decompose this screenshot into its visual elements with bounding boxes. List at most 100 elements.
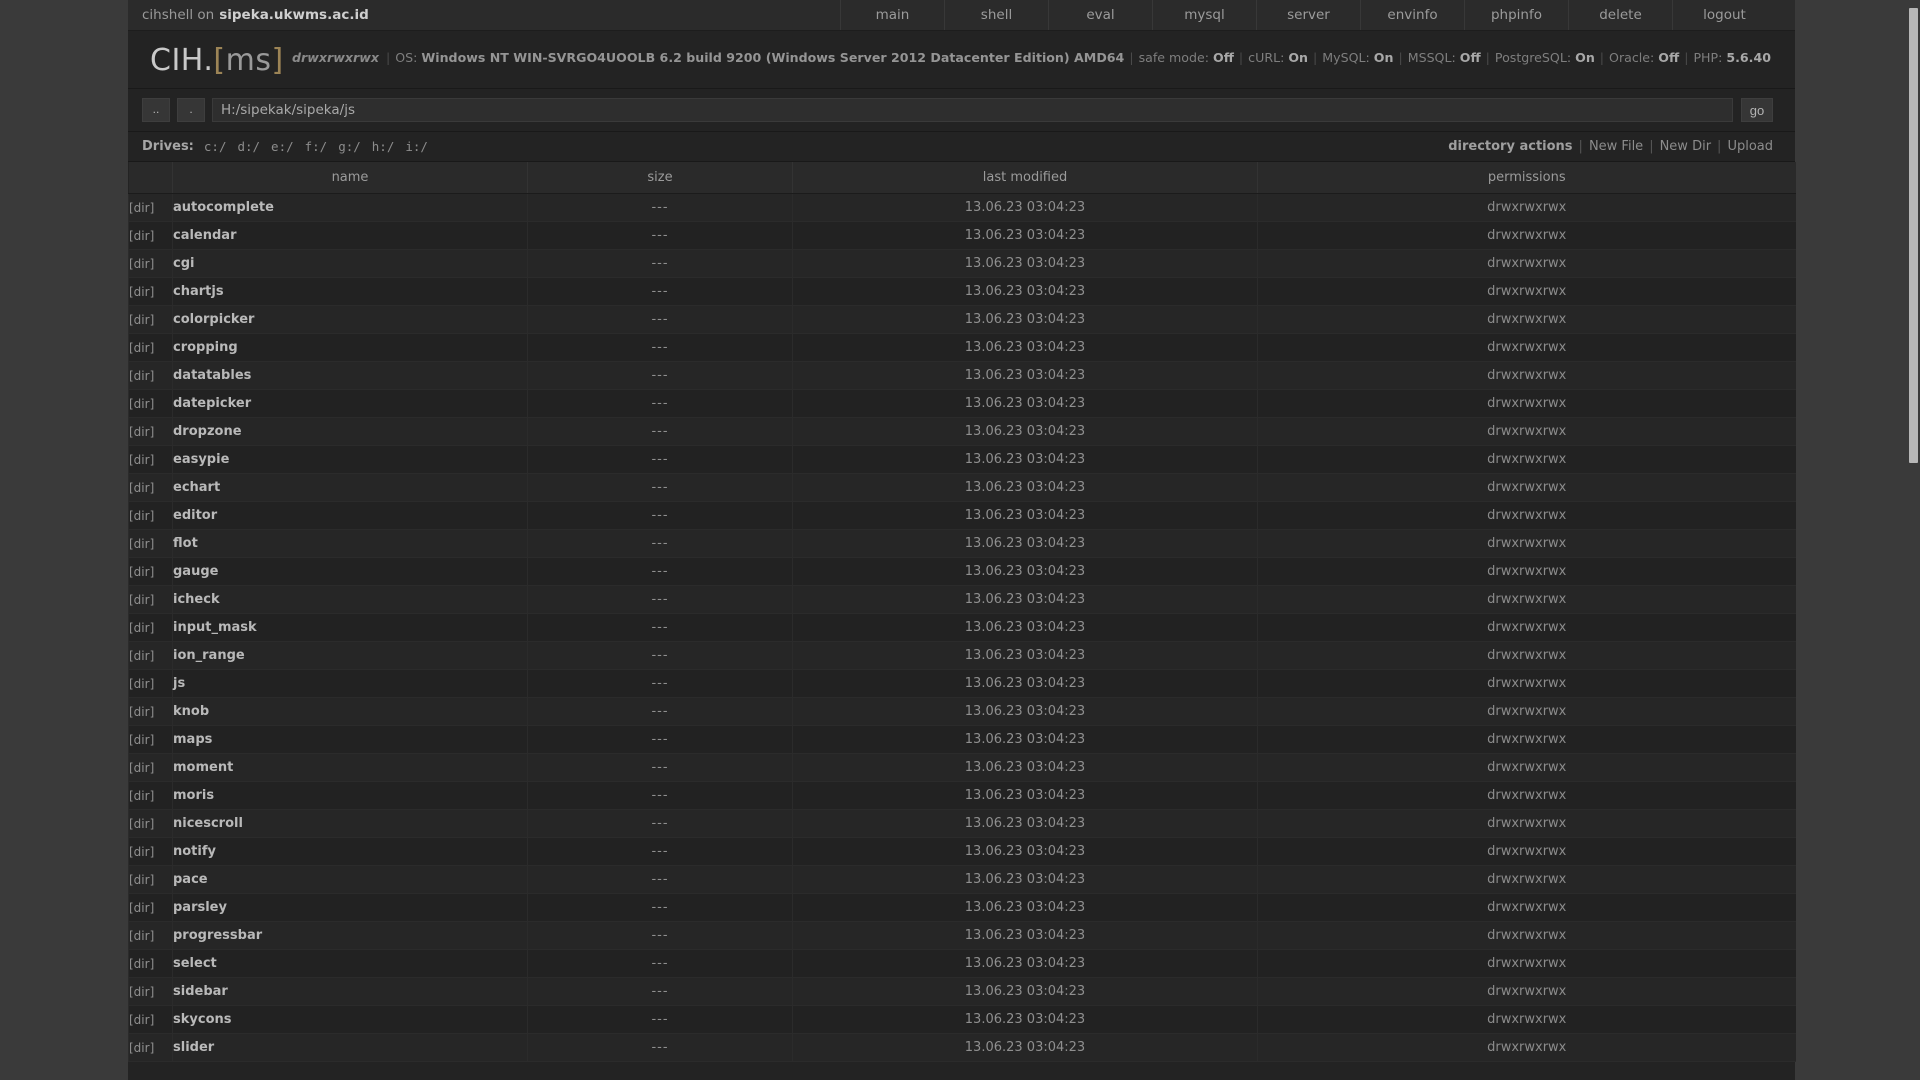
permissions-link[interactable]: drwxrwxrwx — [1487, 312, 1566, 327]
permissions-link[interactable]: drwxrwxrwx — [1487, 228, 1566, 243]
directory-link[interactable]: gauge — [173, 564, 218, 579]
nav-link-envinfo[interactable]: envinfo — [1360, 0, 1464, 30]
nav-link-eval[interactable]: eval — [1048, 0, 1152, 30]
permissions-link[interactable]: drwxrwxrwx — [1487, 900, 1566, 915]
table-row[interactable]: [dir] icheck --- 13.06.23 03:04:23 drwxrwxrw… — [128, 585, 1796, 614]
table-row[interactable]: [dir] cgi --- 13.06.23 03:04:23 drwxrwxrwx — [128, 249, 1796, 278]
table-row[interactable]: [dir] notify --- 13.06.23 03:04:23 drwxrwxrw… — [128, 837, 1796, 866]
table-row[interactable]: [dir] cropping --- 13.06.23 03:04:23 drwxrwx… — [128, 333, 1796, 362]
permissions-link[interactable]: drwxrwxrwx — [1487, 956, 1566, 971]
table-row[interactable]: [dir] colorpicker --- 13.06.23 03:04:23 drwx… — [128, 305, 1796, 334]
directory-link[interactable]: input_mask — [173, 620, 257, 635]
table-row[interactable]: [dir] calendar --- 13.06.23 03:04:23 drwxrwx… — [128, 221, 1796, 250]
permissions-link[interactable]: drwxrwxrwx — [1487, 648, 1566, 663]
permissions-link[interactable]: drwxrwxrwx — [1487, 760, 1566, 775]
drive-link-c[interactable]: c:/ — [204, 139, 227, 154]
table-row[interactable]: [dir] maps --- 13.06.23 03:04:23 drwxrwxrwx — [128, 725, 1796, 754]
vertical-scrollbar-track[interactable] — [1905, 0, 1920, 1080]
table-row[interactable]: [dir] chartjs --- 13.06.23 03:04:23 drwxrwxr… — [128, 277, 1796, 306]
permissions-link[interactable]: drwxrwxrwx — [1487, 564, 1566, 579]
permissions-link[interactable]: drwxrwxrwx — [1487, 480, 1566, 495]
vertical-scrollbar-thumb[interactable] — [1909, 8, 1918, 463]
nav-link-shell[interactable]: shell — [944, 0, 1048, 30]
directory-link[interactable]: pace — [173, 872, 208, 887]
directory-link[interactable]: dropzone — [173, 424, 242, 439]
permissions-link[interactable]: drwxrwxrwx — [1487, 732, 1566, 747]
table-row[interactable]: [dir] datepicker --- 13.06.23 03:04:23 drwxr… — [128, 389, 1796, 418]
permissions-link[interactable]: drwxrwxrwx — [1487, 704, 1566, 719]
upload-link[interactable]: Upload — [1727, 139, 1773, 154]
drive-link-h[interactable]: h:/ — [372, 139, 395, 154]
current-dir-button[interactable]: . — [177, 98, 205, 122]
nav-link-mysql[interactable]: mysql — [1152, 0, 1256, 30]
table-row[interactable]: [dir] moris --- 13.06.23 03:04:23 drwxrwxrwx — [128, 781, 1796, 810]
directory-link[interactable]: cropping — [173, 340, 238, 355]
column-header-permissions[interactable]: permissions — [1257, 162, 1796, 194]
directory-link[interactable]: nicescroll — [173, 816, 243, 831]
permissions-link[interactable]: drwxrwxrwx — [1487, 536, 1566, 551]
permissions-link[interactable]: drwxrwxrwx — [1487, 620, 1566, 635]
table-row[interactable]: [dir] sidebar --- 13.06.23 03:04:23 drwxrwxr… — [128, 977, 1796, 1006]
directory-link[interactable]: chartjs — [173, 284, 224, 299]
directory-link[interactable]: cgi — [173, 256, 194, 271]
table-row[interactable]: [dir] echart --- 13.06.23 03:04:23 drwxrwxrw… — [128, 473, 1796, 502]
directory-link[interactable]: datatables — [173, 368, 251, 383]
drive-link-i[interactable]: i:/ — [405, 139, 428, 154]
directory-link[interactable]: colorpicker — [173, 312, 254, 327]
table-row[interactable]: [dir] dropzone --- 13.06.23 03:04:23 drwxrwx… — [128, 417, 1796, 446]
path-input[interactable] — [212, 98, 1733, 122]
permissions-link[interactable]: drwxrwxrwx — [1487, 368, 1566, 383]
go-button[interactable]: go — [1741, 98, 1773, 122]
directory-link[interactable]: easypie — [173, 452, 229, 467]
column-header-size[interactable]: size — [527, 162, 793, 194]
directory-link[interactable]: knob — [173, 704, 209, 719]
permissions-link[interactable]: drwxrwxrwx — [1487, 396, 1566, 411]
drive-link-e[interactable]: e:/ — [271, 139, 294, 154]
directory-link[interactable]: icheck — [173, 592, 220, 607]
directory-link[interactable]: js — [173, 676, 185, 691]
permissions-link[interactable]: drwxrwxrwx — [1487, 592, 1566, 607]
table-row[interactable]: [dir] datatables --- 13.06.23 03:04:23 drwxr… — [128, 361, 1796, 390]
column-header-name[interactable]: name — [172, 162, 528, 194]
nav-link-phpinfo[interactable]: phpinfo — [1464, 0, 1568, 30]
table-row[interactable]: [dir] flot --- 13.06.23 03:04:23 drwxrwxrwx — [128, 529, 1796, 558]
directory-link[interactable]: slider — [173, 1040, 214, 1055]
parent-dir-button[interactable]: .. — [142, 98, 170, 122]
table-row[interactable]: [dir] progressbar --- 13.06.23 03:04:23 drwx… — [128, 921, 1796, 950]
directory-link[interactable]: skycons — [173, 1012, 232, 1027]
directory-link[interactable]: maps — [173, 732, 212, 747]
directory-link[interactable]: editor — [173, 508, 217, 523]
table-row[interactable]: [dir] autocomplete --- 13.06.23 03:04:23 drw… — [128, 193, 1796, 222]
nav-link-main[interactable]: main — [840, 0, 944, 30]
permissions-link[interactable]: drwxrwxrwx — [1487, 452, 1566, 467]
table-row[interactable]: [dir] ion_range --- 13.06.23 03:04:23 drwxrw… — [128, 641, 1796, 670]
column-header-modified[interactable]: last modified — [792, 162, 1258, 194]
new-dir-link[interactable]: New Dir — [1660, 139, 1711, 154]
nav-link-delete[interactable]: delete — [1568, 0, 1672, 30]
permissions-link[interactable]: drwxrwxrwx — [1487, 508, 1566, 523]
permissions-link[interactable]: drwxrwxrwx — [1487, 340, 1566, 355]
table-row[interactable]: [dir] nicescroll --- 13.06.23 03:04:23 drwxr… — [128, 809, 1796, 838]
directory-link[interactable]: moment — [173, 760, 233, 775]
permissions-link[interactable]: drwxrwxrwx — [1487, 200, 1566, 215]
directory-link[interactable]: select — [173, 956, 217, 971]
table-row[interactable]: [dir] moment --- 13.06.23 03:04:23 drwxrwxrw… — [128, 753, 1796, 782]
directory-link[interactable]: calendar — [173, 228, 237, 243]
permissions-link[interactable]: drwxrwxrwx — [1487, 844, 1566, 859]
new-file-link[interactable]: New File — [1589, 139, 1643, 154]
nav-link-server[interactable]: server — [1256, 0, 1360, 30]
permissions-link[interactable]: drwxrwxrwx — [1487, 1012, 1566, 1027]
permissions-link[interactable]: drwxrwxrwx — [1487, 816, 1566, 831]
table-row[interactable]: [dir] slider --- 13.06.23 03:04:23 drwxrwxrw… — [128, 1033, 1796, 1062]
directory-link[interactable]: autocomplete — [173, 200, 274, 215]
permissions-link[interactable]: drwxrwxrwx — [1487, 928, 1566, 943]
table-row[interactable]: [dir] parsley --- 13.06.23 03:04:23 drwxrwxr… — [128, 893, 1796, 922]
nav-link-logout[interactable]: logout — [1672, 0, 1776, 30]
table-row[interactable]: [dir] input_mask --- 13.06.23 03:04:23 drwxr… — [128, 613, 1796, 642]
table-row[interactable]: [dir] select --- 13.06.23 03:04:23 drwxrwxrw… — [128, 949, 1796, 978]
drive-link-g[interactable]: g:/ — [338, 139, 361, 154]
directory-link[interactable]: sidebar — [173, 984, 228, 999]
table-row[interactable]: [dir] knob --- 13.06.23 03:04:23 drwxrwxrwx — [128, 697, 1796, 726]
directory-link[interactable]: datepicker — [173, 396, 251, 411]
directory-link[interactable]: moris — [173, 788, 214, 803]
